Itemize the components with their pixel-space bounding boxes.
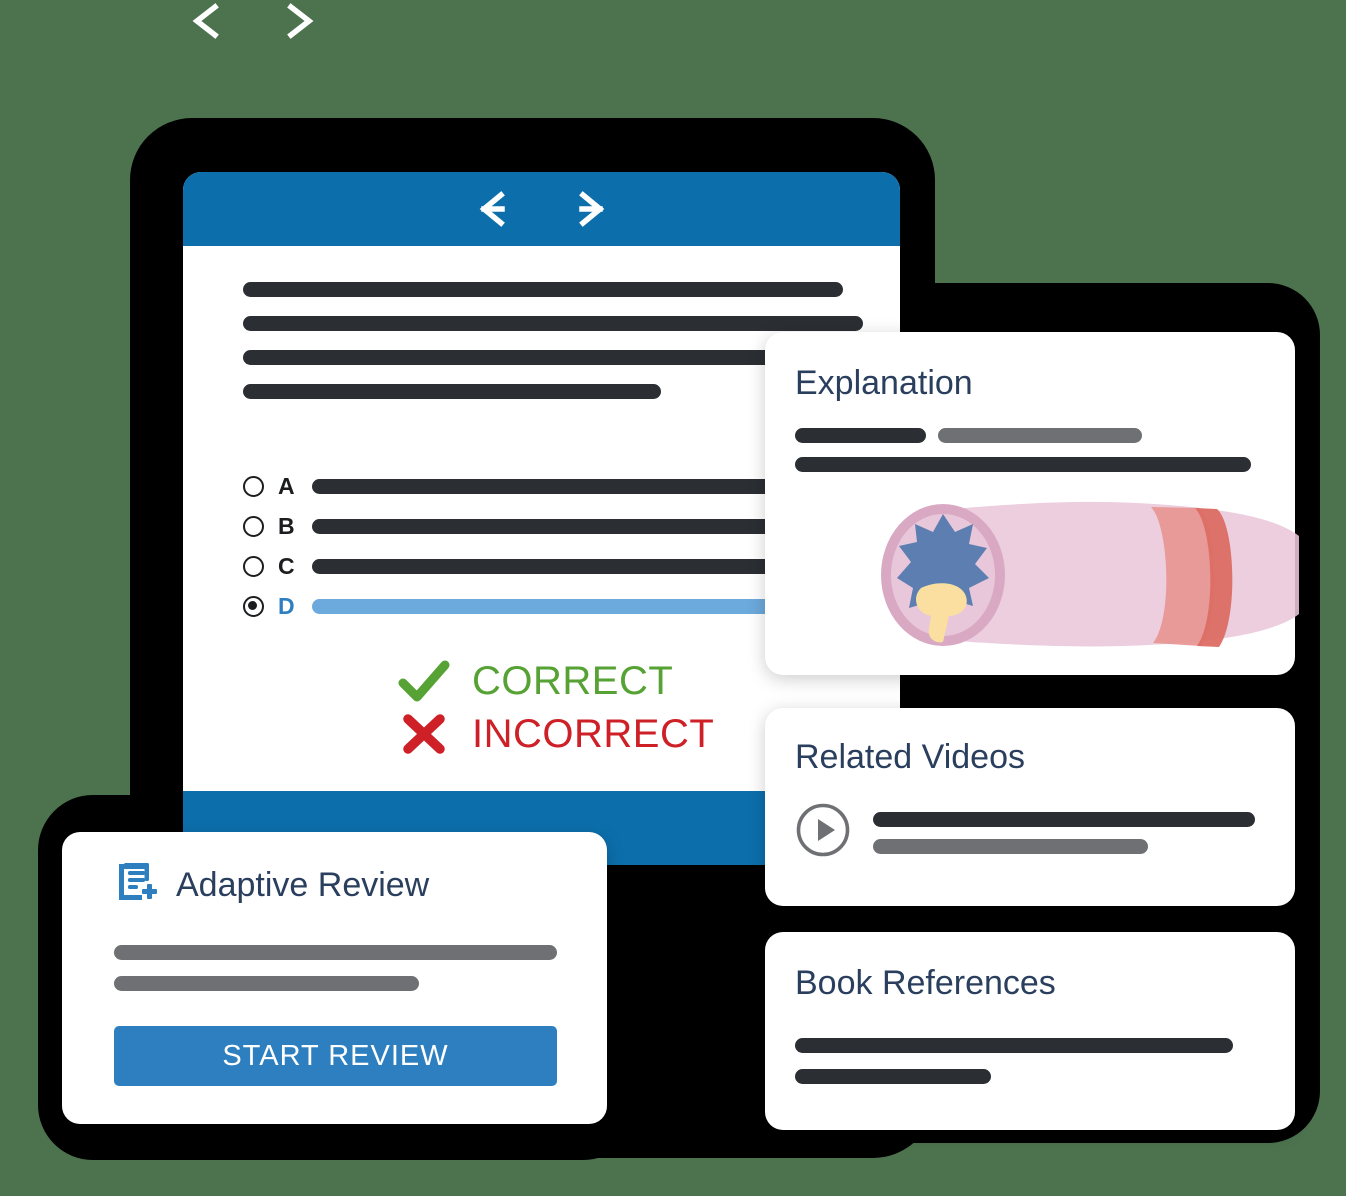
radio-button-b[interactable] [243,515,264,537]
placeholder-line [795,457,1251,472]
quiz-navigation-bar [183,172,900,246]
adaptive-review-text-placeholder [114,945,557,991]
placeholder-line [243,282,843,297]
video-list-item[interactable] [795,802,1265,863]
verdict-incorrect-label: INCORRECT [472,711,715,756]
check-icon [398,659,450,703]
explanation-title: Explanation [795,364,973,402]
related-videos-title: Related Videos [795,738,1025,776]
placeholder-line [795,1069,991,1084]
video-text-placeholder [873,811,1255,854]
placeholder-line [873,811,1255,827]
explanation-text-placeholder [795,428,1265,472]
arrow-right-icon[interactable] [273,1,321,41]
verdict-correct-label: CORRECT [472,658,674,703]
floating-nav-arrows [185,0,315,42]
related-videos-card[interactable]: Related Videos [765,708,1295,906]
placeholder-line [114,945,557,960]
placeholder-line [938,428,1142,443]
arrow-left-icon[interactable] [472,189,518,229]
book-references-card[interactable]: Book References [765,932,1295,1130]
placeholder-line [873,838,1148,854]
radio-button-a[interactable] [243,475,264,497]
book-references-title: Book References [795,964,1056,1002]
document-add-icon [114,860,158,909]
adaptive-review-card[interactable]: Adaptive Review START REVIEW [62,832,607,1124]
option-letter-a: A [278,472,295,499]
option-text-placeholder [312,558,807,574]
start-review-button[interactable]: START REVIEW [114,1026,557,1086]
book-references-text-placeholder [795,1038,1265,1084]
placeholder-line [243,316,863,331]
placeholder-line [795,1038,1233,1053]
option-letter-c: C [278,552,295,579]
arrow-left-icon[interactable] [185,1,233,41]
adaptive-review-header: Adaptive Review [114,860,555,909]
option-text-placeholder [312,518,807,534]
option-text-placeholder [312,598,807,614]
option-letter-b: B [278,512,295,539]
placeholder-line [243,384,661,399]
play-circle-icon[interactable] [795,802,851,863]
placeholder-line [795,428,926,443]
radio-button-c[interactable] [243,555,264,577]
option-letter-d: D [278,592,295,619]
explanation-card[interactable]: Explanation [765,332,1299,675]
option-text-placeholder [312,478,807,494]
arrow-right-icon[interactable] [566,189,612,229]
cross-icon [398,712,450,756]
radio-button-d[interactable] [243,595,264,617]
placeholder-line [114,976,419,991]
illustration-stage: A B C D CORRECT INCORRECT Explanation Re… [0,0,1346,1196]
adaptive-review-title: Adaptive Review [176,865,430,904]
blood-vessel-cross-section-illustration [851,496,1321,651]
